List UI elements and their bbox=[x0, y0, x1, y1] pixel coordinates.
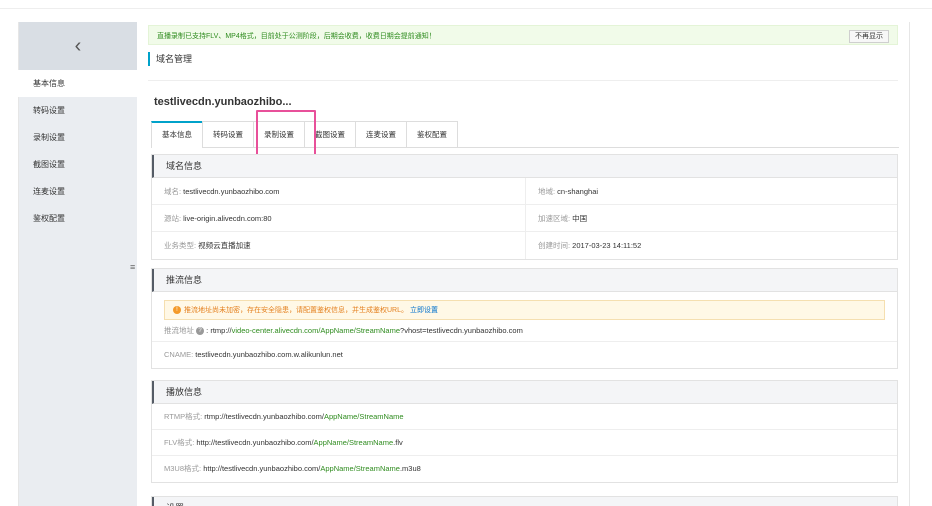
field-value: 中国 bbox=[572, 214, 588, 223]
header-divider bbox=[148, 80, 898, 81]
field-label: 域名: bbox=[164, 187, 184, 196]
field-label: FLV格式: bbox=[164, 438, 197, 447]
url-path: AppName/StreamName bbox=[323, 412, 404, 421]
field-value: live-origin.alivecdn.com:80 bbox=[183, 214, 272, 223]
field-label: 源站: bbox=[164, 214, 184, 223]
url-ext: .flv bbox=[393, 438, 403, 447]
sidebar: ‹ 基本信息 转码设置 录制设置 截图设置 连麦设置 鉴权配置 bbox=[18, 22, 137, 506]
tab-basic-info[interactable]: 基本信息 bbox=[151, 121, 203, 148]
sidebar-item-auth[interactable]: 鉴权配置 bbox=[19, 205, 137, 232]
tab-auth[interactable]: 鉴权配置 bbox=[406, 121, 458, 147]
section-title: 播放信息 bbox=[152, 381, 897, 404]
push-url-prefix: : rtmp:// bbox=[204, 326, 232, 335]
url-base: rtmp://testlivecdn.yunbaozhibo.com/ bbox=[204, 412, 324, 421]
warning-icon: ! bbox=[173, 306, 181, 315]
highlight-annotation bbox=[256, 110, 316, 156]
field-label: 地域: bbox=[538, 187, 558, 196]
url-ext: .m3u8 bbox=[399, 464, 421, 473]
field-value: 2017-03-23 14:11:52 bbox=[572, 241, 642, 250]
warning-text: 推流地址尚未加密，存在安全隐患，请配置鉴权信息，并生成鉴权URL。 bbox=[184, 307, 409, 314]
sidebar-item-basic-info[interactable]: 基本信息 bbox=[18, 70, 137, 97]
sidebar-item-transcode[interactable]: 转码设置 bbox=[19, 97, 137, 124]
dismiss-notice-button[interactable]: 不再显示 bbox=[849, 30, 889, 43]
url-path: AppName/StreamName bbox=[313, 438, 394, 447]
field-value: cn-shanghai bbox=[557, 187, 599, 196]
play-info-section: 播放信息 RTMP格式: rtmp://testlivecdn.yunbaozh… bbox=[151, 380, 898, 483]
field-value: 视频云直播加速 bbox=[198, 241, 251, 250]
top-divider bbox=[0, 8, 932, 9]
push-url-row: 推流地址 ? : rtmp://video-center.alivecdn.co… bbox=[152, 320, 897, 342]
field-label: 创建时间: bbox=[538, 241, 573, 250]
url-base: http://testlivecdn.yunbaozhibo.com/ bbox=[196, 438, 314, 447]
configure-now-link[interactable]: 立即设置 bbox=[410, 307, 438, 314]
info-row: 域名: testlivecdn.yunbaozhibo.com 地域: cn-s… bbox=[152, 178, 897, 205]
notice-text: 直播录制已支持FLV、MP4格式，目前处于公测阶段，后期会收费，收费日期会提前通… bbox=[157, 33, 436, 40]
domain-info-section: 域名信息 域名: testlivecdn.yunbaozhibo.com 地域:… bbox=[151, 154, 898, 260]
settings-section: 设置 bbox=[151, 496, 898, 506]
sidebar-item-snapshot[interactable]: 截图设置 bbox=[19, 151, 137, 178]
m3u8-url-row: M3U8格式: http://testlivecdn.yunbaozhibo.c… bbox=[152, 456, 897, 482]
sidebar-item-record[interactable]: 录制设置 bbox=[19, 124, 137, 151]
push-info-section: 推流信息 ! 推流地址尚未加密，存在安全隐患，请配置鉴权信息，并生成鉴权URL。 … bbox=[151, 268, 898, 369]
push-url-query: ?vhost=testlivecdn.yunbaozhibo.com bbox=[400, 326, 523, 335]
info-row: 业务类型: 视频云直播加速 创建时间: 2017-03-23 14:11:52 bbox=[152, 232, 897, 259]
rtmp-url-row: RTMP格式: rtmp://testlivecdn.yunbaozhibo.c… bbox=[152, 404, 897, 430]
section-title: 设置 bbox=[152, 497, 897, 506]
field-value: testlivecdn.yunbaozhibo.com.w.alikunlun.… bbox=[195, 350, 343, 359]
field-label: 加速区域: bbox=[538, 214, 573, 223]
field-label: CNAME: bbox=[164, 350, 196, 359]
field-label: RTMP格式: bbox=[164, 412, 205, 421]
info-row: 源站: live-origin.alivecdn.com:80 加速区域: 中国 bbox=[152, 205, 897, 232]
breadcrumb: 域名管理 bbox=[148, 52, 192, 66]
field-label: 推流地址 bbox=[164, 326, 194, 335]
chevron-left-icon: ‹ bbox=[74, 35, 82, 57]
section-title: 域名信息 bbox=[152, 155, 897, 178]
tab-transcode[interactable]: 转码设置 bbox=[202, 121, 254, 147]
field-value: testlivecdn.yunbaozhibo.com bbox=[183, 187, 280, 196]
url-base: http://testlivecdn.yunbaozhibo.com/ bbox=[203, 464, 321, 473]
menu-toggle-icon[interactable]: ≡ bbox=[130, 262, 138, 276]
push-url-host: video-center.alivecdn.com/ bbox=[231, 326, 321, 335]
field-label: M3U8格式: bbox=[164, 464, 204, 473]
security-warning: ! 推流地址尚未加密，存在安全隐患，请配置鉴权信息，并生成鉴权URL。 立即设置 bbox=[164, 300, 885, 320]
flv-url-row: FLV格式: http://testlivecdn.yunbaozhibo.co… bbox=[152, 430, 897, 456]
back-button[interactable]: ‹ bbox=[19, 22, 137, 70]
sidebar-item-mic-link[interactable]: 连麦设置 bbox=[19, 178, 137, 205]
push-url-app: AppName/StreamName bbox=[320, 326, 401, 335]
sidebar-menu: 基本信息 转码设置 录制设置 截图设置 连麦设置 鉴权配置 bbox=[18, 70, 137, 232]
cname-row: CNAME: testlivecdn.yunbaozhibo.com.w.ali… bbox=[152, 342, 897, 368]
notice-banner: 直播录制已支持FLV、MP4格式，目前处于公测阶段，后期会收费，收费日期会提前通… bbox=[148, 25, 898, 45]
url-path: AppName/StreamName bbox=[320, 464, 400, 473]
tab-mic-link[interactable]: 连麦设置 bbox=[355, 121, 407, 147]
page-title: testlivecdn.yunbaozhibo... bbox=[154, 96, 292, 108]
field-label: 业务类型: bbox=[164, 241, 199, 250]
help-icon[interactable]: ? bbox=[196, 327, 205, 336]
section-title: 推流信息 bbox=[152, 269, 897, 292]
